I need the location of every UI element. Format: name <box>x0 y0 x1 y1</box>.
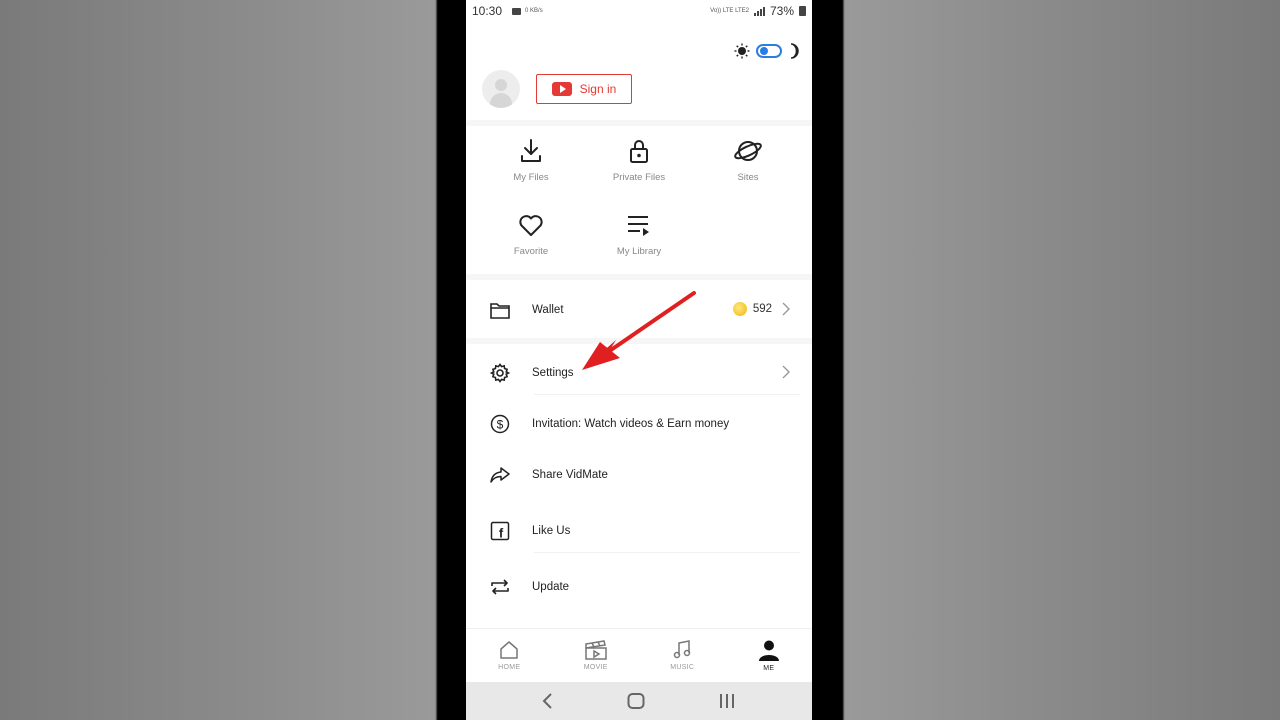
nav-home[interactable]: HOME <box>466 629 553 682</box>
status-bar: 10:30 0 KB/s Vo)) LTE LTE2 73% <box>466 0 812 22</box>
home-icon <box>500 641 518 659</box>
refresh-icon <box>491 579 509 595</box>
video-record-icon <box>512 7 522 15</box>
profile-header: Sign in <box>482 70 632 108</box>
network-type: Vo)) LTE LTE2 <box>710 8 749 14</box>
signal-icon <box>753 6 765 16</box>
sites-button[interactable]: Sites <box>693 138 803 183</box>
private-files-label: Private Files <box>612 172 666 183</box>
settings-label: Settings <box>532 367 574 379</box>
battery-icon <box>799 6 806 16</box>
row-separator <box>534 394 800 395</box>
library-icon <box>628 216 649 236</box>
sites-label: Sites <box>737 172 759 183</box>
like-us-label: Like Us <box>532 525 571 537</box>
facebook-icon: f <box>490 521 510 541</box>
chevron-right-icon <box>782 365 790 379</box>
wallet-label: Wallet <box>532 304 564 316</box>
private-files-button[interactable]: Private Files <box>584 138 694 183</box>
clapperboard-icon <box>585 640 607 660</box>
music-icon <box>674 640 691 659</box>
section-divider <box>466 120 812 126</box>
section-divider <box>466 274 812 280</box>
invitation-row[interactable]: $ Invitation: Watch videos & Earn money <box>466 402 812 446</box>
red-pointer-arrow <box>582 291 696 370</box>
planet-icon <box>734 141 762 161</box>
nav-me-label: ME <box>763 665 775 672</box>
status-right: Vo)) LTE LTE2 73% <box>706 4 806 18</box>
nav-music[interactable]: MUSIC <box>639 629 726 682</box>
nav-home-label: HOME <box>498 664 521 671</box>
lock-icon <box>630 140 648 163</box>
my-library-label: My Library <box>616 246 662 257</box>
theme-toggle[interactable] <box>734 43 800 59</box>
sign-in-label: Sign in <box>579 82 617 96</box>
youtube-icon <box>551 82 572 96</box>
chevron-right-icon <box>782 302 790 316</box>
like-us-row[interactable]: f Like Us <box>466 509 812 553</box>
wallet-balance: 592 <box>732 302 772 316</box>
battery-percent: 73% <box>769 4 794 18</box>
share-label: Share VidMate <box>532 469 608 481</box>
update-label: Update <box>532 581 570 593</box>
share-arrow-icon <box>490 467 510 483</box>
wallet-icon <box>490 303 510 319</box>
my-files-button[interactable]: My Files <box>476 138 586 183</box>
nav-me[interactable]: ME <box>726 629 813 682</box>
back-icon[interactable] <box>542 693 554 709</box>
sun-icon <box>734 43 750 59</box>
download-icon <box>521 139 541 162</box>
wallet-coins: 592 <box>752 303 772 315</box>
recents-icon[interactable] <box>718 693 736 709</box>
update-row[interactable]: Update <box>466 565 812 609</box>
invitation-label: Invitation: Watch videos & Earn money <box>532 418 730 430</box>
sign-in-button[interactable]: Sign in <box>536 74 632 104</box>
gear-icon <box>490 363 510 383</box>
nav-music-label: MUSIC <box>670 664 695 671</box>
my-library-button[interactable]: My Library <box>584 214 694 257</box>
my-files-label: My Files <box>513 172 549 183</box>
svg-text:$: $ <box>497 418 504 432</box>
bottom-navigation: HOME MOVIE MUSIC ME <box>466 628 812 682</box>
person-icon <box>758 640 779 661</box>
favorite-button[interactable]: Favorite <box>476 214 586 257</box>
moon-icon <box>790 43 799 59</box>
network-speed: 0 KB/s <box>525 8 543 14</box>
avatar[interactable] <box>482 70 520 108</box>
coin-icon <box>732 302 747 316</box>
row-separator <box>534 552 800 553</box>
dollar-icon: $ <box>490 414 510 434</box>
home-button-icon[interactable] <box>627 693 645 709</box>
heart-icon <box>519 215 543 236</box>
share-row[interactable]: Share VidMate <box>466 453 812 497</box>
status-time: 10:30 <box>472 4 503 18</box>
svg-text:f: f <box>499 526 504 541</box>
nav-movie[interactable]: MOVIE <box>553 629 640 682</box>
favorite-label: Favorite <box>513 246 549 257</box>
system-navigation-bar <box>466 682 812 720</box>
nav-movie-label: MOVIE <box>583 664 608 671</box>
dark-mode-switch[interactable] <box>756 44 782 58</box>
